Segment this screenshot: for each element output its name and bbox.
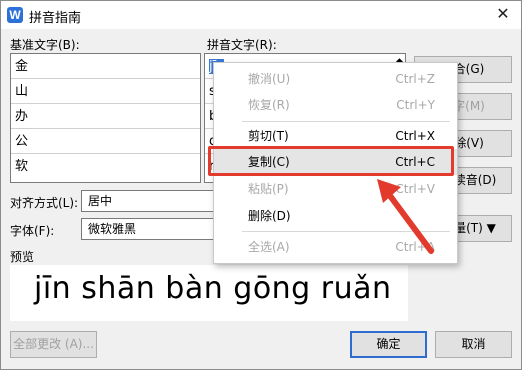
menu-item-shortcut: Ctrl+Y (396, 98, 435, 112)
base-char-cell[interactable]: 办 (11, 104, 200, 129)
copy-highlight-annotation (208, 146, 454, 176)
preview-label: 预览 (10, 250, 35, 264)
font-label: 字体(F): (10, 224, 55, 238)
close-icon[interactable]: ✕ (491, 3, 515, 25)
alignment-label: 对齐方式(L): (10, 196, 79, 210)
preview-box: jīn shān bàn gōng ruǎn (10, 265, 408, 321)
menu-item-label: 全选(A) (248, 240, 290, 254)
cancel-button[interactable]: 取消 (435, 331, 512, 358)
pinyin-guide-dialog: W 拼音指南 ✕ 基准文字(B): 拼音文字(R): 金 山 办 公 软 jīn… (0, 0, 522, 370)
wps-app-icon: W (7, 7, 23, 23)
menu-item-label: 撤消(U) (248, 72, 291, 86)
base-char-cell[interactable]: 金 (11, 54, 200, 79)
preview-pinyin-text: jīn shān bàn gōng ruǎn (34, 271, 392, 306)
menu-item-label: 恢复(R) (248, 98, 290, 112)
base-char-cell[interactable]: 山 (11, 79, 200, 104)
apply-all-button[interactable]: 全部更改 (A)... (10, 331, 97, 358)
base-char-cell[interactable]: 公 (11, 129, 200, 154)
chevron-down-icon: ▼ (486, 221, 496, 235)
menu-item-undo[interactable]: 撤消(U) Ctrl+Z (214, 66, 457, 92)
font-select[interactable]: 微软雅黑 (81, 218, 221, 240)
menu-item-shortcut: Ctrl+Z (395, 72, 435, 86)
pinyin-text-label: 拼音文字(R): (207, 38, 277, 52)
base-char-cell[interactable]: 软 (11, 154, 200, 179)
menu-item-label: 粘贴(P) (248, 182, 289, 196)
menu-item-redo[interactable]: 恢复(R) Ctrl+Y (214, 92, 457, 118)
ok-button[interactable]: 确定 (350, 331, 427, 358)
alignment-select[interactable]: 居中 (81, 190, 221, 212)
menu-item-label: 删除(D) (248, 209, 291, 223)
red-arrow-icon (377, 179, 434, 254)
base-text-label: 基准文字(B): (10, 38, 80, 52)
menu-separator (242, 121, 450, 122)
title-bar: W 拼音指南 ✕ (1, 1, 521, 29)
base-text-table: 金 山 办 公 软 (10, 53, 201, 183)
dialog-title: 拼音指南 (29, 11, 82, 26)
